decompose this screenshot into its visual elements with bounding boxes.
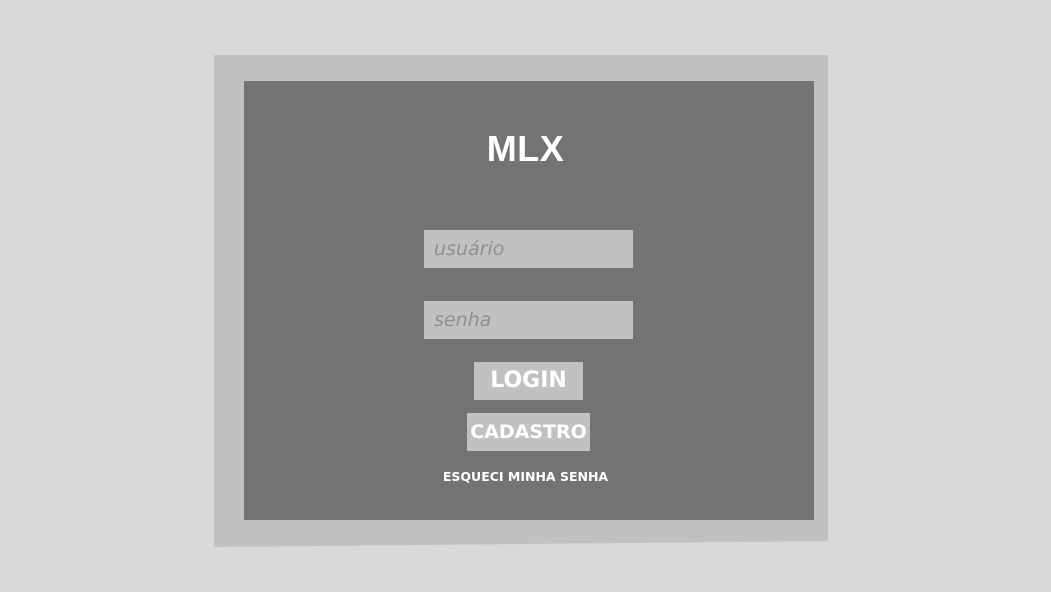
username-input[interactable] [424, 230, 633, 268]
app-logo: MLX [486, 128, 565, 169]
register-button[interactable]: CADASTRO [467, 413, 590, 451]
password-input[interactable] [424, 301, 633, 339]
login-button[interactable]: LOGIN [474, 362, 583, 400]
forgot-password-link[interactable]: ESQUECI MINHA SENHA [0, 469, 1051, 484]
